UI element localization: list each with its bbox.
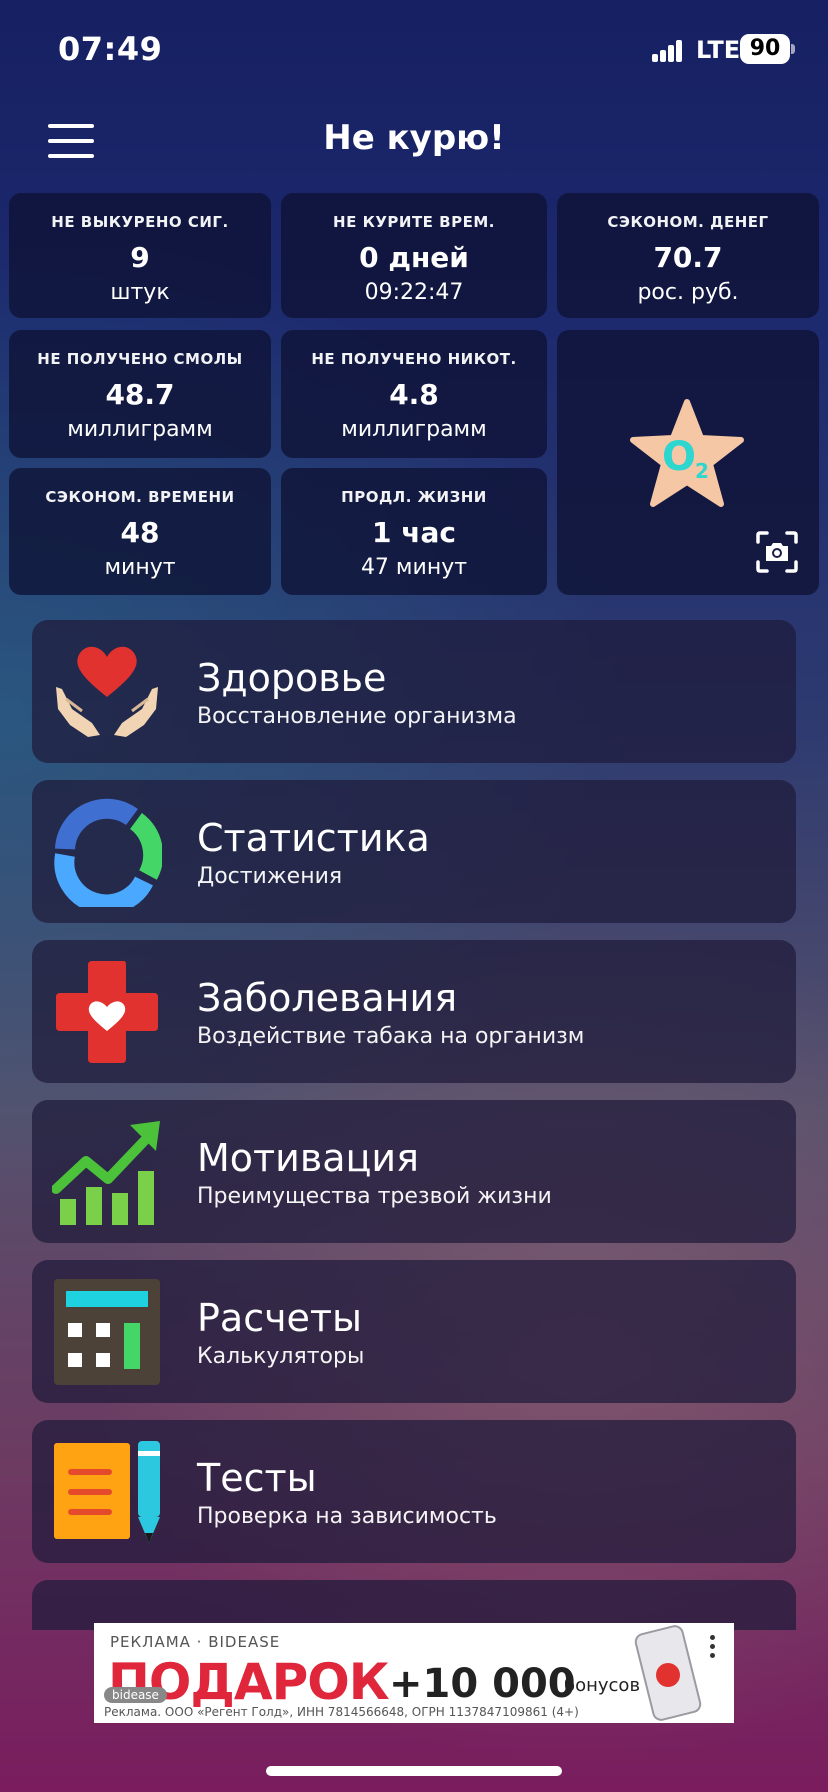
stat-unit: рос. руб. [637,280,739,305]
menu-item-title: Тесты [197,1456,317,1500]
stat-value: 1 час [372,516,456,549]
menu-item-subtitle: Достижения [197,864,343,889]
camera-icon[interactable] [755,530,799,574]
ad-bonus: +10 000 [389,1661,576,1707]
stat-unit: 47 минут [360,555,468,580]
svg-text:O: O [662,434,696,480]
stat-label: НЕ ПОЛУЧЕНО СМОЛЫ [37,350,243,368]
svg-text:2: 2 [695,459,709,483]
menu-item-subtitle: Восстановление организма [197,704,517,729]
network-type: LTE [696,36,741,64]
donut-chart-icon [54,798,162,907]
menu-item-title: Статистика [197,816,430,860]
ad-legal-text: Реклама. ООО «Регент Голд», ИНН 78145666… [104,1705,579,1719]
menu-item-diseases[interactable]: Заболевания Воздействие табака на органи… [32,940,796,1083]
stat-label: СЭКОНОМ. ДЕНЕГ [607,213,769,231]
stat-value: 48.7 [105,378,175,411]
menu-item-statistics[interactable]: Статистика Достижения [32,780,796,923]
stat-tar: НЕ ПОЛУЧЕНО СМОЛЫ 48.7 миллиграмм [9,330,271,458]
stat-value: 0 дней [359,241,469,274]
stat-label: ПРОДЛ. ЖИЗНИ [341,488,487,506]
menu-item-title: Здоровье [197,656,387,700]
heart-hands-icon [56,646,158,737]
o2-star-icon: O 2 [630,399,744,507]
stat-label: НЕ ПОЛУЧЕНО НИКОТ. [311,350,517,368]
menu-item-health[interactable]: Здоровье Восстановление организма [32,620,796,763]
menu-item-tests[interactable]: Тесты Проверка на зависимость [32,1420,796,1563]
stat-label: НЕ КУРИТЕ ВРЕМ. [333,213,495,231]
status-bar: 07:49 LTE 90 [0,0,828,100]
stat-time-not-smoking: НЕ КУРИТЕ ВРЕМ. 0 дней 09:22:47 [281,193,547,318]
stat-unit: миллиграмм [341,417,487,442]
stat-unit: штук [110,280,170,305]
signal-icon [652,40,682,62]
menu-item-subtitle: Калькуляторы [197,1344,365,1369]
growth-chart-icon [52,1121,160,1225]
ad-label: РЕКЛАМА · BIDEASE [110,1633,281,1651]
menu-item-title: Расчеты [197,1296,363,1340]
battery-cap [791,44,795,54]
more-options-icon[interactable] [706,1633,718,1661]
stat-money-saved: СЭКОНОМ. ДЕНЕГ 70.7 рос. руб. [557,193,819,318]
stat-label: СЭКОНОМ. ВРЕМЕНИ [45,488,235,506]
menu-item-subtitle: Преимущества трезвой жизни [197,1184,552,1209]
home-indicator [266,1766,562,1776]
menu-item-title: Заболевания [197,976,458,1020]
stat-unit: миллиграмм [67,417,213,442]
page-title: Не курю! [323,118,505,158]
stat-cigarettes: НЕ ВЫКУРЕНО СИГ. 9 штук [9,193,271,318]
stat-label: НЕ ВЫКУРЕНО СИГ. [51,213,229,231]
app-header: Не курю! [0,100,828,180]
o2-badge-card[interactable]: O 2 [557,330,819,595]
stat-value: 48 [120,516,160,549]
ad-brand-badge: bidease [104,1687,167,1703]
notepad-pencil-icon [54,1441,160,1543]
stat-nicotine: НЕ ПОЛУЧЕНО НИКОТ. 4.8 миллиграмм [281,330,547,458]
calculator-icon [54,1279,160,1385]
stat-unit: 09:22:47 [364,280,464,305]
phone-gift-icon [634,1625,702,1721]
stat-life-extended: ПРОДЛ. ЖИЗНИ 1 час 47 минут [281,468,547,595]
menu-item-motivation[interactable]: Мотивация Преимущества трезвой жизни [32,1100,796,1243]
menu-item-subtitle: Воздействие табака на организм [197,1024,585,1049]
ad-banner[interactable]: РЕКЛАМА · BIDEASE ПОДАРОК +10 000 бонусо… [94,1623,734,1723]
menu-item-title: Мотивация [197,1136,419,1180]
stat-value: 9 [130,241,150,274]
stat-value: 70.7 [653,241,723,274]
stat-value: 4.8 [389,378,439,411]
status-time: 07:49 [58,30,163,68]
battery-icon: 90 [740,34,790,64]
stat-unit: минут [104,555,176,580]
menu-item-subtitle: Проверка на зависимость [197,1504,497,1529]
menu-item-calculations[interactable]: Расчеты Калькуляторы [32,1260,796,1403]
stat-time-saved: СЭКОНОМ. ВРЕМЕНИ 48 минут [9,468,271,595]
medical-cross-icon [56,961,158,1063]
